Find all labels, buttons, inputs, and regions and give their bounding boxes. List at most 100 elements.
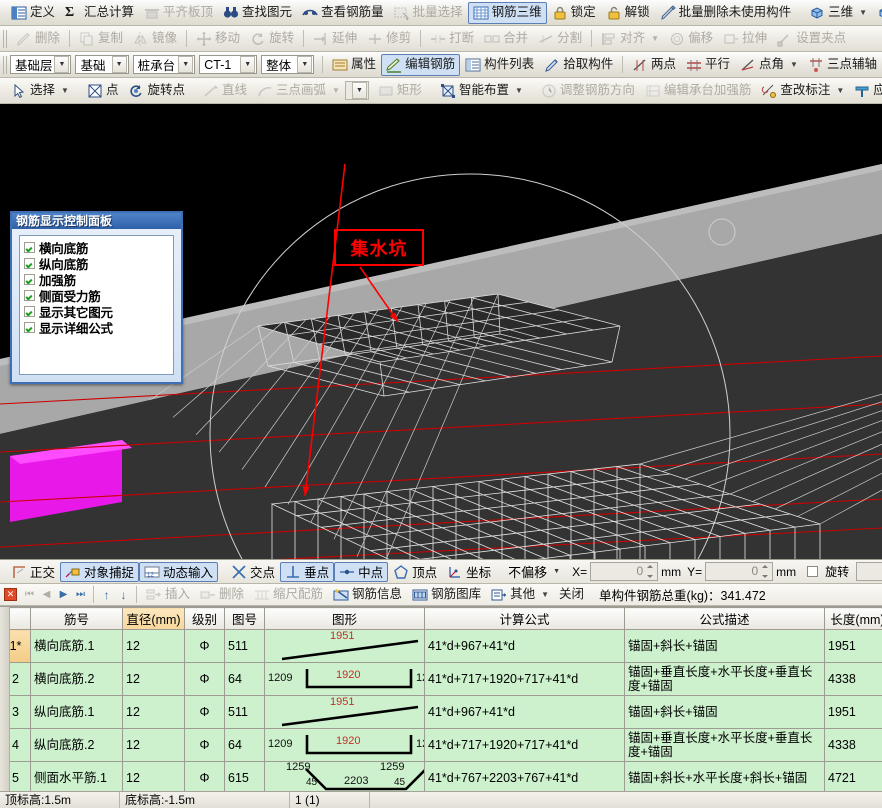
toolbar-main-top-view-icon[interactable]: 俯视▼: [872, 2, 882, 24]
spinner-icon[interactable]: [645, 564, 656, 579]
toolbar-main-binoculars-icon[interactable]: 查找图元: [218, 2, 297, 24]
checkbox-icon[interactable]: [24, 258, 35, 269]
toolbar-component-parallel-icon[interactable]: 平行: [681, 54, 735, 76]
table-row[interactable]: 2横向底筋.212Φ64 1209 1920 120941*d+717+1920…: [1, 663, 882, 696]
table-row[interactable]: 3纵向底筋.112Φ511 195141*d+967+41*d锚固+斜长+锚固1…: [1, 696, 882, 729]
toolbar-main-cube-icon[interactable]: 三维▼: [804, 2, 872, 24]
row-shape[interactable]: 1209 1920 1209: [265, 663, 425, 696]
combo-category[interactable]: 基础▼: [75, 55, 128, 74]
row-rebar-name[interactable]: 侧面水平筋.1: [31, 762, 123, 795]
toolbar-main-define-icon[interactable]: 定义: [6, 2, 60, 24]
row-pic-no[interactable]: 511: [225, 630, 265, 663]
panel-checkbox-list[interactable]: 横向底筋纵向底筋加强筋侧面受力筋显示其它图元显示详细公式: [19, 235, 174, 375]
nav-next-icon[interactable]: ▶: [55, 586, 72, 603]
toolbar-component-three-point-aux-icon[interactable]: 三点辅轴: [803, 54, 882, 76]
spinner-icon[interactable]: [760, 564, 771, 579]
chevron-down-icon[interactable]: ▼: [61, 87, 69, 95]
chevron-down-icon[interactable]: ▼: [178, 56, 193, 73]
toolbar-main-batch-delete-icon[interactable]: 批量删除未使用构件: [655, 2, 797, 24]
row-length[interactable]: 4721: [825, 762, 882, 795]
toolbar-main-view-rebar-qty-icon[interactable]: 查看钢筋量: [297, 2, 389, 24]
table-header-2[interactable]: 级别: [185, 608, 225, 630]
snap-midpoint-icon[interactable]: 中点: [334, 562, 388, 582]
toolbar-main-sigma-icon[interactable]: Σ汇总计算: [60, 2, 139, 24]
toolbar-main-unlock-icon[interactable]: 解锁: [601, 2, 655, 24]
combo-component[interactable]: CT-1▼: [199, 55, 257, 74]
rebar-table[interactable]: 筋号直径(mm)级别图号图形计算公式公式描述长度(mm)根数搭 1*横向底筋.1…: [0, 607, 882, 795]
snap-intersection-icon[interactable]: 交点: [226, 562, 280, 582]
rebar-table-container[interactable]: 筋号直径(mm)级别图号图形计算公式公式描述长度(mm)根数搭 1*横向底筋.1…: [0, 606, 882, 799]
checkbox-icon[interactable]: [24, 322, 35, 333]
row-formula[interactable]: 41*d+967+41*d: [425, 696, 625, 729]
toolbar-draw-point-icon[interactable]: 点: [82, 80, 124, 102]
toolbar-draw-rotate-point-icon[interactable]: 旋转点: [123, 80, 190, 102]
rebar-tb-rebar-library-icon[interactable]: 钢筋图库: [407, 585, 486, 604]
rebar-tb-other-icon[interactable]: 其他▼: [486, 585, 554, 604]
nav-last-icon[interactable]: ⏭: [72, 586, 89, 603]
row-grade[interactable]: Φ: [185, 663, 225, 696]
nav-first-icon[interactable]: ⏮: [21, 586, 38, 603]
toolbar-component-two-point-icon[interactable]: 两点: [627, 54, 681, 76]
rebar-display-control-panel[interactable]: 钢筋显示控制面板 横向底筋纵向底筋加强筋侧面受力筋显示其它图元显示详细公式: [10, 211, 183, 384]
combo-offset-mode[interactable]: 不偏移▼: [504, 562, 565, 581]
row-length[interactable]: 1951: [825, 630, 882, 663]
rebar-tb-rebar-info-icon[interactable]: 钢筋信息: [328, 585, 407, 604]
table-header-1[interactable]: 直径(mm): [123, 608, 185, 630]
move-down-icon[interactable]: ↓: [115, 586, 132, 603]
table-row[interactable]: 4纵向底筋.212Φ64 1209 1920 120941*d+717+1920…: [1, 729, 882, 762]
x-offset-input[interactable]: 0: [590, 562, 658, 581]
row-diameter[interactable]: 12: [123, 762, 185, 795]
chevron-down-icon[interactable]: ▼: [836, 87, 844, 95]
chevron-down-icon[interactable]: ▼: [651, 35, 659, 43]
chevron-down-icon[interactable]: ▼: [332, 87, 340, 95]
table-row[interactable]: 1*横向底筋.112Φ511 195141*d+967+41*d锚固+斜长+锚固…: [1, 630, 882, 663]
row-grade[interactable]: Φ: [185, 630, 225, 663]
chevron-down-icon[interactable]: ▼: [859, 9, 867, 17]
toolbar-grip[interactable]: [3, 30, 8, 48]
snap-coordinate-icon[interactable]: 坐标: [442, 562, 496, 582]
row-diameter[interactable]: 12: [123, 696, 185, 729]
toolbar-component-properties-icon[interactable]: 属性: [327, 54, 381, 76]
3d-viewport[interactable]: DC2BZY 钢筋显示控制面板 横向底筋纵向底筋加强筋侧面受力筋显示其它图元显示…: [0, 104, 882, 559]
row-description[interactable]: 锚固+垂直长度+水平长度+垂直长度+锚固: [625, 729, 825, 762]
row-shape[interactable]: 1951: [265, 696, 425, 729]
row-length[interactable]: 4338: [825, 663, 882, 696]
rebar-panel-checkbox-row[interactable]: 显示详细公式: [22, 319, 171, 335]
table-header-5[interactable]: 计算公式: [425, 608, 625, 630]
row-pic-no[interactable]: 615: [225, 762, 265, 795]
nav-prev-icon[interactable]: ◀: [38, 586, 55, 603]
row-pic-no[interactable]: 64: [225, 729, 265, 762]
checkbox-icon[interactable]: [24, 290, 35, 301]
snap-perpendicular-icon[interactable]: 垂点: [280, 562, 334, 582]
toolbar-component-component-list-icon[interactable]: 构件列表: [460, 54, 539, 76]
table-header-0[interactable]: 筋号: [31, 608, 123, 630]
table-header-7[interactable]: 长度(mm): [825, 608, 882, 630]
snap-ortho-icon[interactable]: 正交: [6, 562, 60, 582]
row-shape[interactable]: 1209 1920 1209: [265, 729, 425, 762]
toolbar-component-edit-rebar-icon[interactable]: 编辑钢筋: [381, 54, 460, 76]
row-rebar-name[interactable]: 纵向底筋.1: [31, 696, 123, 729]
row-description[interactable]: 锚固+垂直长度+水平长度+垂直长度+锚固: [625, 663, 825, 696]
y-offset-input[interactable]: 0: [705, 562, 773, 581]
row-pic-no[interactable]: 64: [225, 663, 265, 696]
toolbar-grip[interactable]: [3, 56, 7, 74]
row-diameter[interactable]: 12: [123, 729, 185, 762]
combo-arc-type[interactable]: ▼: [345, 81, 369, 100]
rotate-input[interactable]: 0.000: [856, 562, 882, 581]
row-description[interactable]: 锚固+斜长+锚固: [625, 630, 825, 663]
table-header-6[interactable]: 公式描述: [625, 608, 825, 630]
toolbar-draw-cursor-icon[interactable]: 选择▼: [6, 80, 74, 102]
chevron-down-icon[interactable]: ▼: [352, 82, 367, 99]
toolbar-main-lock-icon[interactable]: 锁定: [547, 2, 601, 24]
row-rebar-name[interactable]: 横向底筋.1: [31, 630, 123, 663]
combo-scope[interactable]: 整体▼: [261, 55, 314, 74]
snap-object-snap-icon[interactable]: 对象捕捉: [60, 562, 139, 582]
row-formula[interactable]: 41*d+967+41*d: [425, 630, 625, 663]
toolbar-draw-smart-layout-icon[interactable]: 智能布置▼: [435, 80, 528, 102]
row-grade[interactable]: Φ: [185, 729, 225, 762]
row-shape[interactable]: 1259 45 2203 45 1259: [265, 762, 425, 795]
table-row[interactable]: 5侧面水平筋.112Φ615 1259 45 2203 45 125941*d+…: [1, 762, 882, 795]
close-icon[interactable]: ✕: [4, 588, 17, 601]
row-formula[interactable]: 41*d+717+1920+717+41*d: [425, 663, 625, 696]
row-grade[interactable]: Φ: [185, 762, 225, 795]
